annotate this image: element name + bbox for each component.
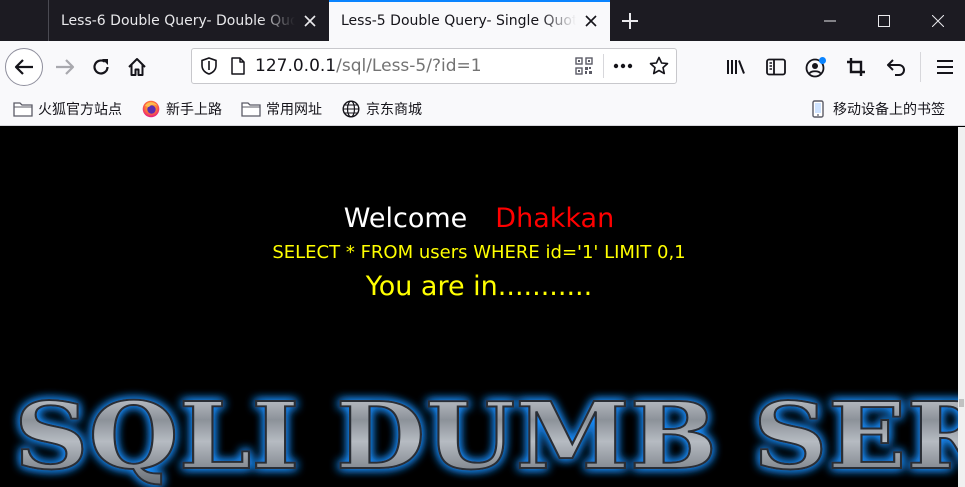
welcome-text: Welcome [343,203,468,234]
close-icon [932,14,944,27]
url-host: 127.0.0.1 [255,56,337,76]
scrollbar-thumb[interactable] [959,399,964,407]
arrow-left-icon [14,58,33,75]
tracking-shield-icon[interactable] [201,57,217,75]
page-actions-icon[interactable] [604,63,642,69]
login-status-text: You are in........... [365,271,593,302]
toolbar-divider [920,51,921,82]
folder-icon [13,100,33,118]
tab-strip-fill [650,0,803,41]
arrow-right-icon [56,58,75,75]
home-icon [128,57,146,76]
bookmark-item[interactable]: 常用网址 [235,95,328,123]
sqli-banner: SQLI DUMB SERIES [0,382,958,487]
library-icon[interactable] [716,41,756,92]
tab-less-5[interactable]: Less-5 Double Query- Single Quotes- Stri… [329,0,610,41]
mobile-bookmarks-label: 移动设备上的书签 [833,101,945,118]
forward-button[interactable] [47,49,83,85]
undo-icon[interactable] [876,41,916,92]
url-text[interactable]: 127.0.0.1/sql/Less-5/?id=1 [255,56,482,76]
reload-button[interactable] [83,49,119,85]
maximize-button[interactable] [857,0,911,41]
sql-query-text: SELECT * FROM users WHERE id='1' LIMIT 0… [272,242,686,263]
firefox-icon [141,100,161,118]
url-bar[interactable]: 127.0.0.1/sql/Less-5/?id=1 [191,48,677,84]
banner-text: SQLI DUMB SERIES [14,382,958,487]
globe-icon [341,99,361,118]
tab-strip-spacer [0,0,48,41]
minimize-button[interactable] [803,0,857,41]
bookmark-item[interactable]: 京东商城 [335,95,428,123]
tab-less-6[interactable]: Less-6 Double Query- Double Quotes- Stri… [48,0,329,41]
mobile-device-icon [808,99,828,118]
toolbar-right [716,41,965,92]
username-text: Dhakkan [495,203,615,234]
tab-strip: Less-6 Double Query- Double Quotes- Stri… [0,0,965,41]
page-info-icon[interactable] [231,57,245,75]
page-scrollbar[interactable] [958,127,965,487]
bookmarks-bar: 火狐官方站点 新手上路 常用网址 京东商城 移动设备上的书签 [0,92,965,126]
url-path: /sql/Less-5/?id=1 [336,56,482,76]
bookmark-item[interactable]: 新手上路 [135,95,228,123]
plus-icon [622,12,638,29]
new-tab-button[interactable] [610,0,650,41]
bookmark-star-icon[interactable] [642,56,676,76]
qr-code-icon[interactable] [565,57,603,75]
sidebar-icon[interactable] [756,41,796,92]
navigation-bar: 127.0.0.1/sql/Less-5/?id=1 [0,41,965,92]
minimize-icon [824,20,836,21]
page-content: Welcome Dhakkan SELECT * FROM users WHERE… [0,127,958,487]
folder-icon [241,100,261,118]
close-window-button[interactable] [911,0,965,41]
home-button[interactable] [119,49,155,85]
menu-button[interactable] [925,41,965,92]
welcome-line: Welcome Dhakkan [0,203,958,234]
close-icon[interactable] [582,12,600,30]
tab-title: Less-6 Double Query- Double Quotes- Stri… [61,12,295,29]
bookmark-label: 常用网址 [266,101,322,118]
mobile-bookmarks[interactable]: 移动设备上的书签 [802,95,951,123]
hamburger-icon [937,59,953,74]
back-button[interactable] [5,47,43,86]
bookmark-item[interactable]: 火狐官方站点 [7,95,128,123]
reload-icon [93,58,109,75]
bookmark-label: 火狐官方站点 [38,101,122,118]
maximize-icon [878,14,890,27]
bookmark-label: 新手上路 [166,101,222,118]
url-actions [565,54,676,78]
account-icon[interactable] [796,41,836,92]
bookmark-label: 京东商城 [366,101,422,118]
close-icon[interactable] [301,12,319,30]
tab-title: Less-5 Double Query- Single Quotes- Stri… [341,12,576,29]
crop-screenshot-icon[interactable] [836,41,876,92]
